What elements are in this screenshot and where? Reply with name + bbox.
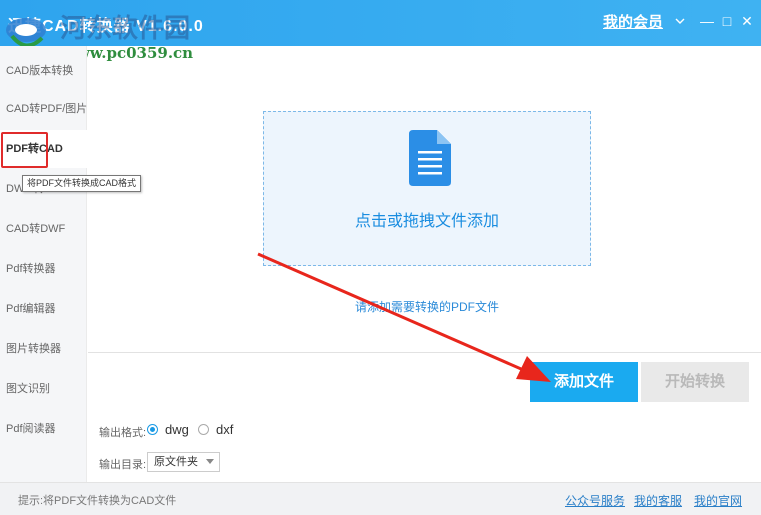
tooltip: 将PDF文件转换成CAD格式 xyxy=(22,175,142,192)
member-link[interactable]: 我的会员 xyxy=(603,11,663,32)
sidebar-item-pdf-reader[interactable]: Pdf阅读器 xyxy=(0,410,87,448)
document-icon xyxy=(409,130,451,186)
output-dir-label: 输出目录: xyxy=(99,459,147,471)
hint-text: 请添加需要转换的PDF文件 xyxy=(354,300,499,314)
sidebar-item-ocr[interactable]: 图文识别 xyxy=(0,370,87,408)
radio-dxf-label[interactable]: dxf xyxy=(216,422,233,437)
drop-zone-text: 点击或拖拽文件添加 xyxy=(354,213,499,230)
radio-dwg[interactable] xyxy=(147,424,158,435)
sidebar-item-cad-version[interactable]: CAD版本转换 xyxy=(0,52,87,90)
divider xyxy=(88,352,761,353)
sidebar-item-pdf-converter[interactable]: Pdf转换器 xyxy=(0,250,87,288)
official-site-link[interactable]: 我的官网 xyxy=(694,492,742,509)
output-dir-value: 原文件夹 xyxy=(154,456,198,468)
radio-dwg-label[interactable]: dwg xyxy=(165,422,189,437)
sidebar: CAD版本转换 CAD转PDF/图片 PDF转CAD DWG转DWF CAD转D… xyxy=(0,46,87,482)
official-account-link[interactable]: 公众号服务 xyxy=(565,492,625,509)
sidebar-item-pdf-editor[interactable]: Pdf编辑器 xyxy=(0,290,87,328)
output-dir-select[interactable]: 原文件夹 xyxy=(147,452,220,472)
sidebar-item-cad-to-pdf[interactable]: CAD转PDF/图片 xyxy=(0,90,87,128)
sidebar-item-pdf-to-cad[interactable]: PDF转CAD xyxy=(0,130,87,168)
sidebar-item-image-converter[interactable]: 图片转换器 xyxy=(0,330,87,368)
customer-service-link[interactable]: 我的客服 xyxy=(634,492,682,509)
file-drop-zone[interactable]: 点击或拖拽文件添加 xyxy=(263,111,591,266)
watermark-text: 河东软件园 xyxy=(60,14,191,44)
title-bar: 迅捷CAD转换器 V1.6.0.0 河东软件园 我的会员 — □ ✕ xyxy=(0,0,761,46)
start-convert-button[interactable]: 开始转换 xyxy=(641,362,749,402)
close-button[interactable]: ✕ xyxy=(738,12,756,30)
output-format-label: 输出格式: xyxy=(99,427,147,439)
chevron-down-icon[interactable] xyxy=(671,12,689,30)
sidebar-item-cad-to-dwf[interactable]: CAD转DWF xyxy=(0,210,87,248)
add-file-button[interactable]: 添加文件 xyxy=(530,362,638,402)
maximize-button[interactable]: □ xyxy=(718,12,736,30)
radio-dxf[interactable] xyxy=(198,424,209,435)
status-text: 提示:将PDF文件转换为CAD文件 xyxy=(18,495,177,507)
status-bar: 提示:将PDF文件转换为CAD文件 公众号服务 我的客服 我的官网 xyxy=(0,482,761,515)
chevron-down-icon xyxy=(206,459,214,464)
minimize-button[interactable]: — xyxy=(698,12,716,30)
